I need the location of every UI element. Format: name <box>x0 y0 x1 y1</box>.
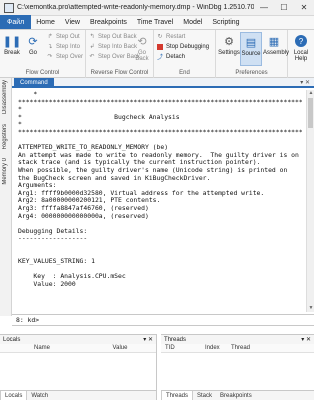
locals-col-name[interactable]: Name <box>0 344 80 352</box>
step-over-button[interactable]: ↷ Step Over <box>46 52 83 61</box>
menu-item-time-travel[interactable]: Time Travel <box>132 15 178 29</box>
side-tab-strip: Disassembly Registers Memory 0 <box>0 78 12 316</box>
threads-tabs: Threads Stack Breakpoints <box>161 390 314 400</box>
step-out-back-button[interactable]: ↰ Step Out Back <box>88 32 136 41</box>
title-bar: C:\xemontka.pro\attempted-write-readonly… <box>0 0 314 16</box>
threads-col-tid[interactable]: TID <box>161 344 201 352</box>
pane-options-icon[interactable]: ▾ ✕ <box>300 79 310 86</box>
go-back-icon: ⟲ <box>137 35 147 48</box>
reverse-flow-control-group: ↰ Step Out Back ↲ Step Into Back ↶ Step Ove… <box>86 30 154 78</box>
tab-stack[interactable]: Stack <box>193 391 216 400</box>
local-help-label: Local Help <box>293 50 309 62</box>
detach-icon: ⤴ <box>156 55 163 61</box>
menu-bar: Файл Home View Breakpoints Time Travel M… <box>0 15 314 30</box>
close-button[interactable]: ✕ <box>294 0 314 16</box>
command-input[interactable] <box>41 315 314 325</box>
reverse-flow-control-label: Reverse Flow Control <box>90 70 149 76</box>
restart-icon: ↻ <box>157 34 163 40</box>
step-out-button[interactable]: ↱ Step Out <box>46 32 79 41</box>
restart-button[interactable]: ↻ Restart <box>156 32 185 41</box>
step-into-back-icon: ↲ <box>89 44 95 50</box>
source-label: Source <box>241 51 261 57</box>
menu-item-model[interactable]: Model <box>178 15 207 29</box>
go-back-label: Go Back <box>135 50 149 62</box>
threads-col-thread[interactable]: Thread <box>227 344 314 352</box>
step-over-back-icon: ↶ <box>89 54 95 60</box>
locals-col-value[interactable]: Value <box>80 344 156 352</box>
step-into-button[interactable]: ↴ Step Into <box>46 42 80 51</box>
step-out-back-icon: ↰ <box>89 34 95 40</box>
menu-item-home[interactable]: Home <box>31 15 60 29</box>
step-out-icon: ↱ <box>47 34 53 40</box>
stop-icon <box>156 43 164 51</box>
source-icon: ▤ <box>245 36 257 49</box>
step-into-back-button[interactable]: ↲ Step Into Back <box>88 42 137 51</box>
command-window: Command ▾ ✕ * * ************************… <box>12 78 314 334</box>
tab-breakpoints[interactable]: Breakpoints <box>216 391 256 400</box>
tab-registers[interactable]: Registers <box>2 124 8 149</box>
command-output: * * ************************************… <box>18 91 302 288</box>
locals-title: Locals <box>3 336 21 343</box>
threads-pane: Threads ▾ ✕ TID Index Thread Threads Sta… <box>161 334 314 400</box>
tab-memory-0[interactable]: Memory 0 <box>2 158 8 185</box>
go-button[interactable]: ⟳ Go <box>22 32 44 66</box>
go-back-button[interactable]: ⟲ Go Back <box>132 32 152 66</box>
detach-button[interactable]: ⤴ Detach <box>156 52 185 62</box>
go-label: Go <box>28 50 37 56</box>
command-prompt-row: 8: kd> <box>12 314 314 326</box>
menu-item-breakpoints[interactable]: Breakpoints <box>85 15 132 29</box>
help-icon: ? <box>294 34 308 48</box>
break-button[interactable]: ❚❚ Break <box>1 32 23 66</box>
maximize-button[interactable]: ☐ <box>274 0 294 16</box>
locals-title-bar: Locals ▾ ✕ <box>0 335 156 344</box>
go-arrow-icon: ⟳ <box>28 35 38 48</box>
step-into-icon: ↴ <box>47 44 53 50</box>
scroll-up-icon[interactable]: ▲ <box>307 90 315 97</box>
pause-icon: ❚❚ <box>2 35 22 48</box>
locals-tabs: Locals Watch <box>0 390 156 400</box>
preferences-group: ⚙ Settings ▤ Source ▦ Assembly Preferenc… <box>216 30 289 78</box>
menu-item-view[interactable]: View <box>60 15 85 29</box>
menu-item-scripting[interactable]: Scripting <box>207 15 244 29</box>
local-help-button[interactable]: ? Local Help <box>290 32 312 66</box>
break-label: Break <box>4 50 20 56</box>
assembly-button[interactable]: ▦ Assembly <box>263 32 289 66</box>
command-scrollbar[interactable]: ▲ ▼ <box>306 90 314 312</box>
locals-pane-menu-icon[interactable]: ▾ ✕ <box>143 336 153 343</box>
command-tab-bar: Command ▾ ✕ <box>12 78 314 88</box>
threads-header: TID Index Thread <box>161 344 314 353</box>
assembly-icon: ▦ <box>268 35 280 48</box>
minimize-button[interactable]: — <box>254 0 274 16</box>
end-group-label: End <box>179 70 190 76</box>
locals-pane: Locals ▾ ✕ Name Value Locals Watch <box>0 334 157 400</box>
command-prompt: 8: kd> <box>16 316 40 324</box>
threads-pane-menu-icon[interactable]: ▾ ✕ <box>301 336 311 343</box>
file-tab[interactable]: Файл <box>0 15 32 29</box>
settings-label: Settings <box>218 50 240 56</box>
flow-control-group: ❚❚ Break ⟳ Go ↱ Step Out ↴ Step Into ↷ Step… <box>0 30 86 78</box>
scroll-down-icon[interactable]: ▼ <box>307 305 315 312</box>
threads-col-index[interactable]: Index <box>201 344 227 352</box>
threads-title-bar: Threads ▾ ✕ <box>161 335 314 344</box>
threads-title: Threads <box>164 336 187 343</box>
window-title: C:\xemontka.pro\attempted-write-readonly… <box>17 4 254 11</box>
settings-button[interactable]: ⚙ Settings <box>218 32 240 66</box>
stop-debugging-button[interactable]: Stop Debugging <box>156 42 209 51</box>
tab-watch[interactable]: Watch <box>27 391 52 400</box>
ribbon: ❚❚ Break ⟳ Go ↱ Step Out ↴ Step Into ↷ Step… <box>0 30 314 78</box>
source-button[interactable]: ▤ Source <box>240 32 262 66</box>
tab-command[interactable]: Command <box>14 78 54 88</box>
tab-locals[interactable]: Locals <box>0 391 28 400</box>
scroll-thumb[interactable] <box>308 98 313 128</box>
app-icon <box>4 2 14 13</box>
tab-threads[interactable]: Threads <box>161 391 194 400</box>
tab-disassembly[interactable]: Disassembly <box>2 80 8 114</box>
flow-control-label: Flow Control <box>25 70 60 76</box>
preferences-label: Preferences <box>235 70 268 76</box>
end-group: ↻ Restart Stop Debugging ⤴ Detach End <box>154 30 216 78</box>
step-over-icon: ↷ <box>47 54 53 60</box>
assembly-label: Assembly <box>263 50 290 56</box>
locals-header: Name Value <box>0 344 156 353</box>
gear-icon: ⚙ <box>224 35 234 48</box>
